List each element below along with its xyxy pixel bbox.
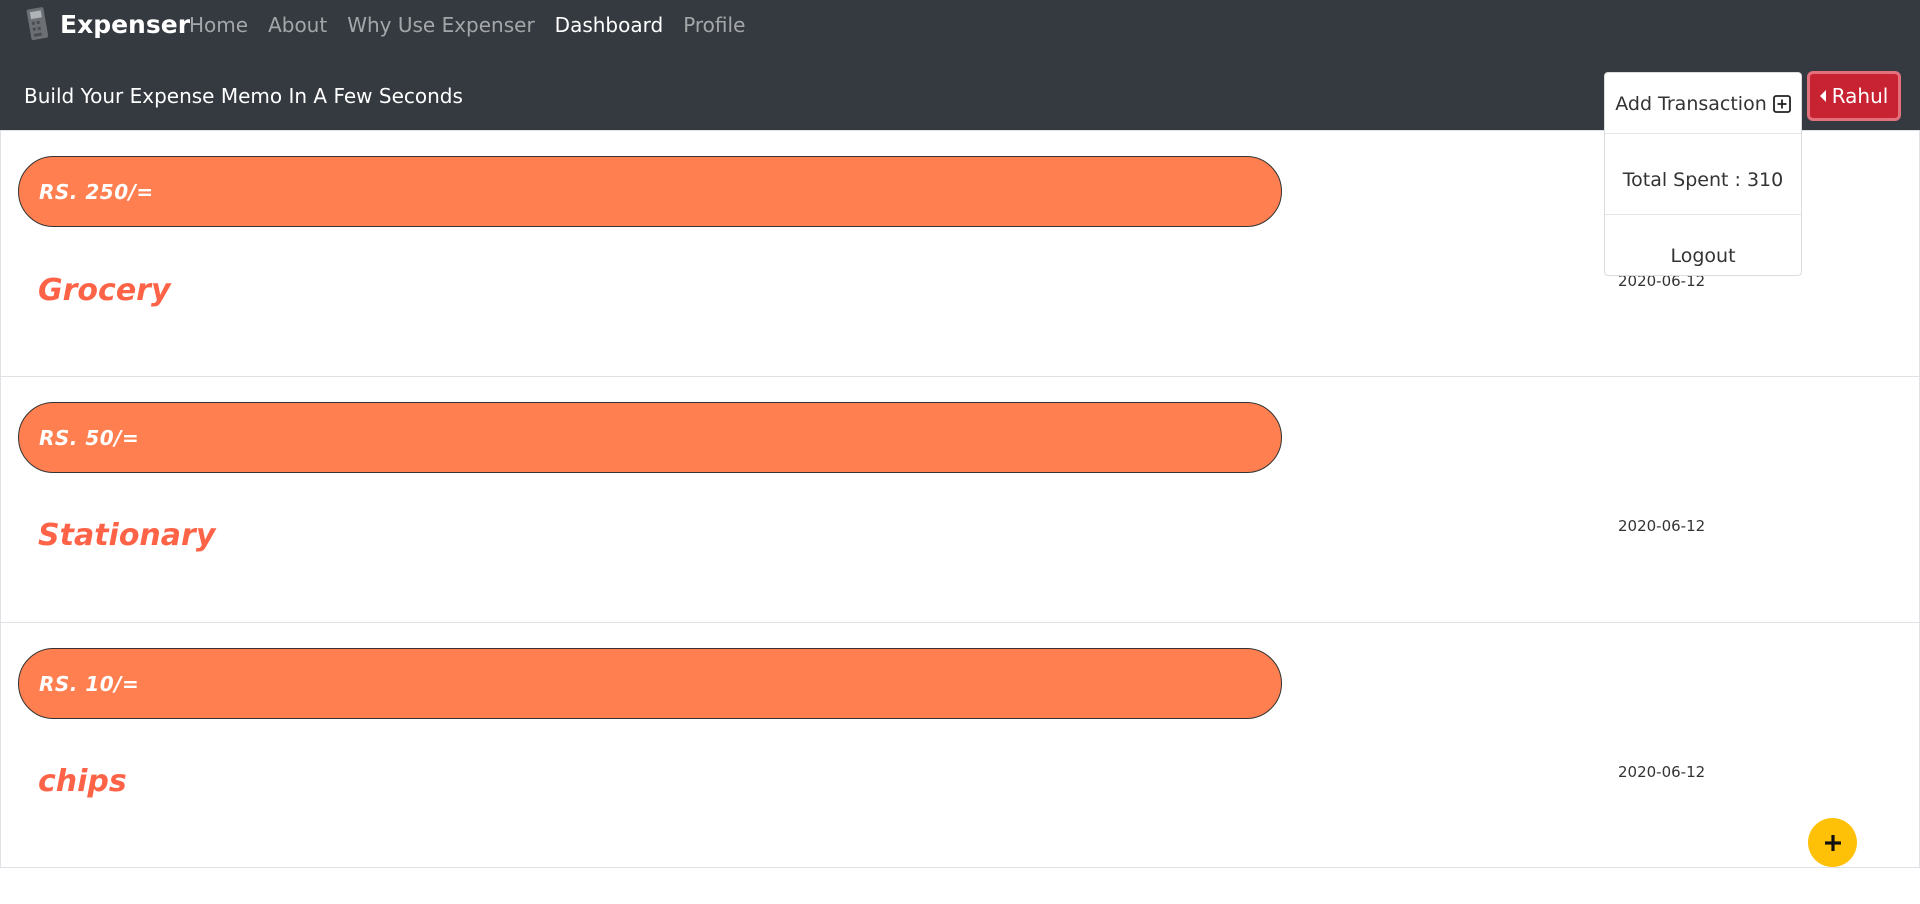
nav-links: Home About Why Use Expenser Dashboard Pr… [189, 8, 745, 42]
nav-link-dashboard[interactable]: Dashboard [555, 13, 664, 37]
add-transaction-item[interactable]: Add Transaction [1605, 89, 1801, 119]
amount-pill: RS. 50/= [18, 402, 1282, 473]
amount-text: RS. 250/= [39, 179, 154, 204]
amount-pill: RS. 10/= [18, 648, 1282, 719]
tagline: Build Your Expense Memo In A Few Seconds [24, 84, 463, 108]
plus-square-icon [1772, 95, 1791, 113]
category-label: Stationary [38, 518, 216, 553]
plus-icon [1824, 834, 1841, 851]
logout-item[interactable]: Logout [1605, 241, 1801, 271]
add-transaction-fab[interactable] [1808, 818, 1857, 867]
add-transaction-label: Add Transaction [1615, 93, 1767, 115]
category-label: Grocery [38, 273, 171, 308]
amount-text: RS. 10/= [39, 671, 140, 696]
brand[interactable]: Expenser [26, 4, 190, 44]
user-dropdown-menu: Add Transaction Total Spent : 310 Logout [1604, 72, 1802, 276]
transaction-row: RS. 50/= Stationary 2020-06-12 [1, 377, 1919, 622]
amount-text: RS. 50/= [39, 425, 140, 450]
dropdown-divider [1605, 214, 1801, 215]
nav-link-about[interactable]: About [268, 13, 327, 37]
total-spent: Total Spent : 310 [1622, 169, 1784, 191]
brand-name: Expenser [60, 9, 191, 39]
transaction-date: 2020-06-12 [1618, 763, 1706, 781]
calculator-icon [26, 6, 50, 42]
transaction-date: 2020-06-12 [1618, 517, 1706, 535]
nav-link-why-use[interactable]: Why Use Expenser [347, 13, 534, 37]
user-name: Rahul [1831, 84, 1889, 108]
amount-pill: RS. 250/= [18, 156, 1282, 227]
nav-link-profile[interactable]: Profile [683, 13, 745, 37]
nav-link-home[interactable]: Home [189, 13, 248, 37]
user-menu-button[interactable]: Rahul [1807, 71, 1901, 121]
transaction-row: RS. 10/= chips 2020-06-12 [1, 623, 1919, 868]
dropdown-divider [1605, 133, 1801, 134]
category-label: chips [38, 764, 127, 799]
caret-left-icon [1819, 90, 1826, 102]
